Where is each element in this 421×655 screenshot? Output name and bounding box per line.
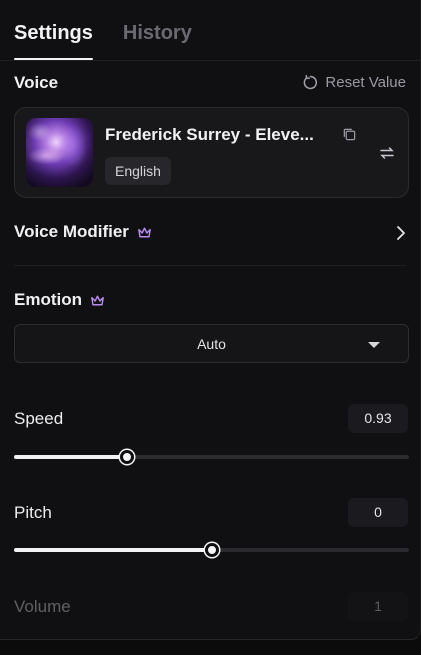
volume-label: Volume — [14, 597, 71, 616]
voice-card[interactable]: Frederick Surrey - Eleve... English — [14, 107, 409, 198]
pitch-slider-thumb[interactable] — [204, 543, 219, 557]
reset-icon — [304, 74, 318, 90]
voice-avatar — [26, 118, 93, 187]
speed-label: Speed — [14, 409, 64, 428]
voice-settings-panel: Settings History Voice Reset Value Frede… — [0, 0, 421, 640]
emotion-select[interactable]: Auto — [14, 324, 409, 363]
pitch-value-input[interactable]: 0 — [348, 498, 408, 527]
pitch-label: Pitch — [14, 503, 52, 522]
voice-modifier-label: Voice Modifier — [14, 222, 129, 241]
crown-icon — [91, 295, 104, 305]
speed-slider[interactable] — [14, 450, 409, 464]
speed-slider-thumb[interactable] — [119, 450, 134, 464]
voice-modifier-row[interactable]: Voice Modifier — [14, 222, 153, 242]
reset-value-button[interactable]: Reset Value — [302, 74, 406, 91]
chevron-right-icon[interactable] — [394, 224, 408, 242]
reset-value-label: Reset Value — [325, 74, 406, 91]
speed-value-input[interactable]: 0.93 — [348, 404, 408, 433]
section-divider — [14, 265, 406, 266]
tab-bar: Settings History — [14, 22, 192, 60]
copy-icon[interactable] — [342, 127, 357, 142]
speed-slider-fill — [14, 455, 127, 459]
swap-icon[interactable] — [379, 145, 395, 161]
pitch-slider-fill — [14, 548, 212, 552]
tab-settings[interactable]: Settings — [14, 22, 93, 60]
tab-divider — [0, 60, 420, 61]
language-badge: English — [105, 157, 171, 185]
emotion-title: Emotion — [14, 290, 106, 310]
voice-section-title: Voice — [14, 73, 59, 92]
caret-down-icon — [368, 342, 380, 348]
crown-icon — [138, 227, 151, 237]
pitch-slider[interactable] — [14, 543, 409, 557]
emotion-label: Emotion — [14, 290, 82, 309]
voice-name: Frederick Surrey - Eleve... — [105, 125, 314, 144]
emotion-select-value: Auto — [197, 336, 226, 352]
volume-value-input[interactable]: 1 — [348, 592, 408, 621]
tab-history[interactable]: History — [123, 22, 192, 60]
